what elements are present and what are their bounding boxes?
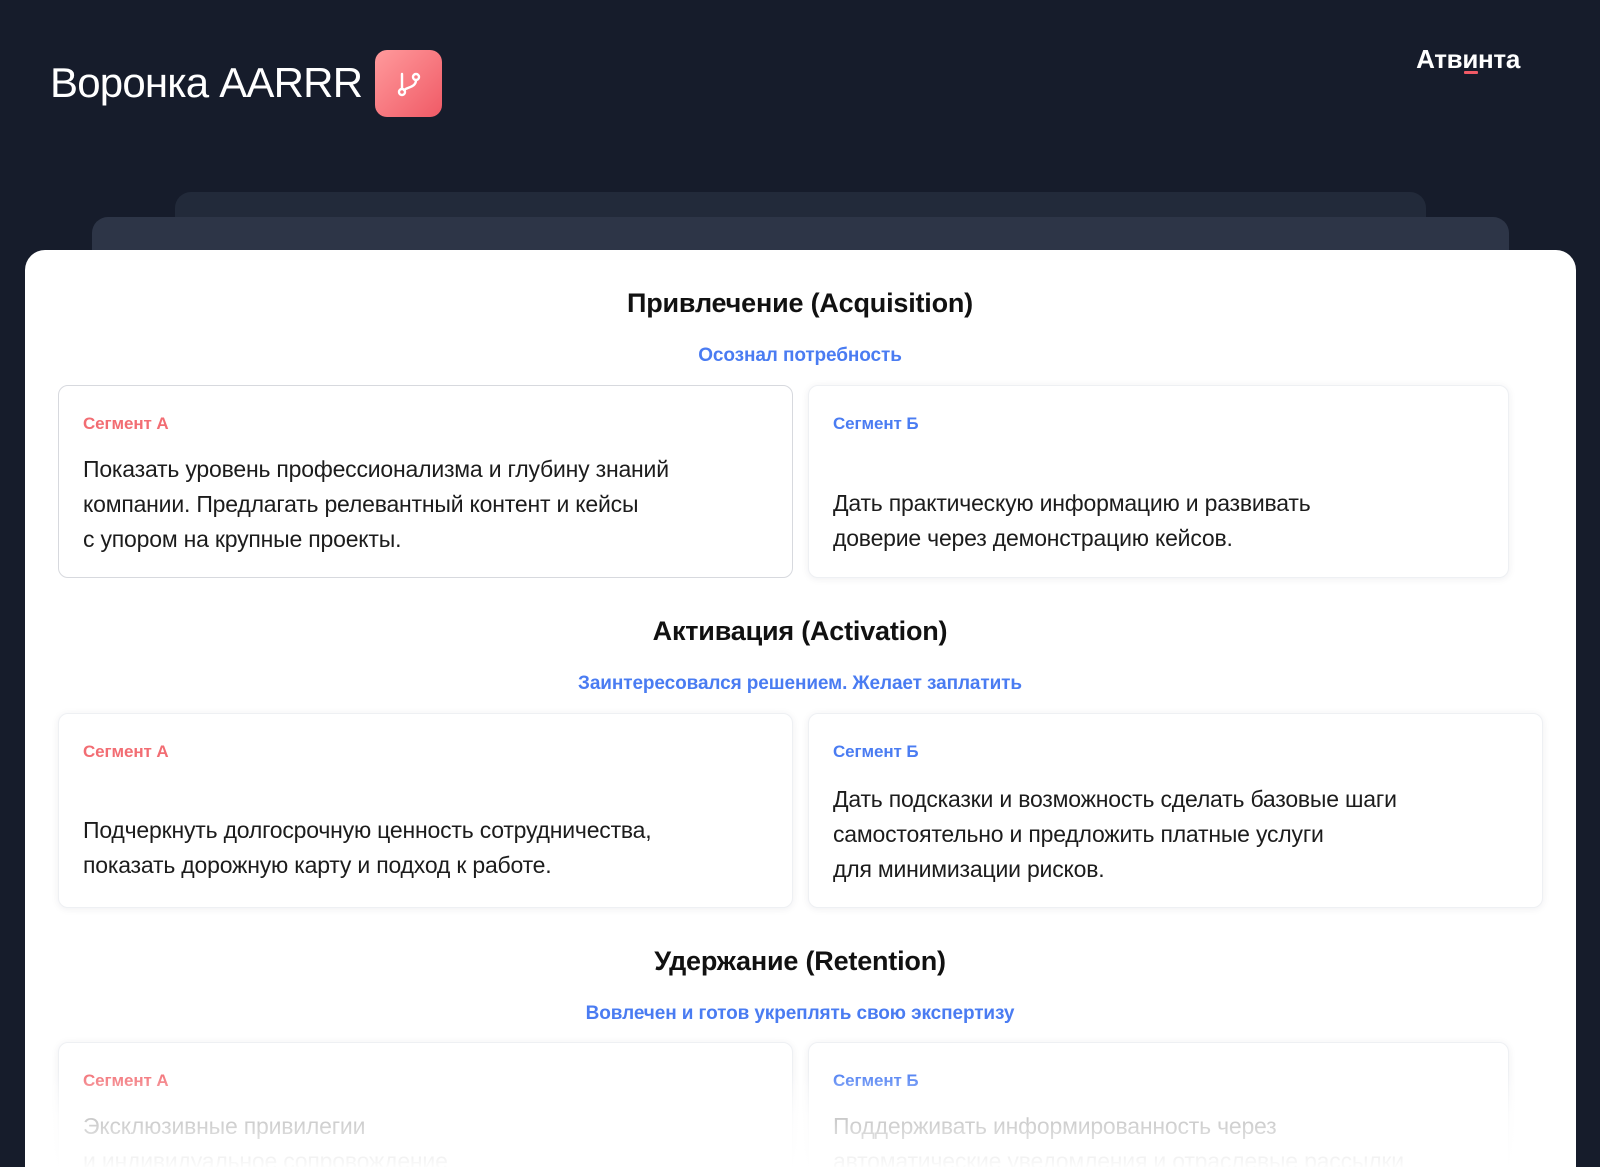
stage-subtitle-retention: Вовлечен и готов укреплять свою эксперти…	[585, 1003, 1015, 1024]
stage-subtitle-activation: Заинтересовался решением. Желает заплати…	[578, 673, 1022, 694]
card-activation-segment-b: Сегмент Б Дать подсказки и возможность с…	[808, 713, 1543, 908]
brand-underline	[1464, 71, 1479, 74]
branch-icon	[397, 72, 420, 96]
card-acquisition-segment-a: Сегмент А Показать уровень профессионали…	[58, 385, 793, 578]
stage-subtitle-acquisition: Осознал потребность	[698, 345, 902, 366]
segment-text: Дать практическую информацию и развивать…	[833, 490, 1311, 551]
page: Воронка AARRR Атвинта Привлечение (Acqui…	[0, 0, 1600, 1167]
segment-label: Сегмент А	[83, 1071, 169, 1090]
segment-text: Поддерживать информированность через авт…	[833, 1113, 1404, 1167]
card-retention-segment-a: Сегмент А Эксклюзивные привилегии и инди…	[58, 1042, 793, 1167]
stage-title-retention: Удержание (Retention)	[654, 946, 946, 976]
segment-label: Сегмент Б	[833, 1071, 919, 1090]
stage-title-acquisition: Привлечение (Acquisition)	[627, 288, 973, 318]
segment-text: Показать уровень профессионализма и глуб…	[83, 456, 669, 552]
card-activation-segment-a: Сегмент А Подчеркнуть долгосрочную ценно…	[58, 713, 793, 908]
badge	[375, 50, 442, 117]
page-title: Воронка AARRR	[50, 59, 363, 106]
card-acquisition-segment-b: Сегмент Б Дать практическую информацию и…	[808, 385, 1509, 578]
card-retention-segment-b: Сегмент Б Поддерживать информированность…	[808, 1042, 1509, 1167]
segment-label: Сегмент Б	[833, 742, 919, 761]
stage-title-activation: Активация (Activation)	[652, 616, 948, 646]
segment-text: Дать подсказки и возможность сделать баз…	[833, 786, 1397, 882]
segment-text: Подчеркнуть долгосрочную ценность сотруд…	[83, 817, 652, 878]
segment-label: Сегмент Б	[833, 414, 919, 433]
brand-name: Атвинта	[1416, 44, 1520, 74]
brand-logo: Атвинта	[1416, 44, 1520, 75]
segment-label: Сегмент А	[83, 742, 169, 761]
segment-text: Эксклюзивные привилегии и индивидуальное…	[83, 1113, 448, 1167]
segment-label: Сегмент А	[83, 414, 169, 433]
